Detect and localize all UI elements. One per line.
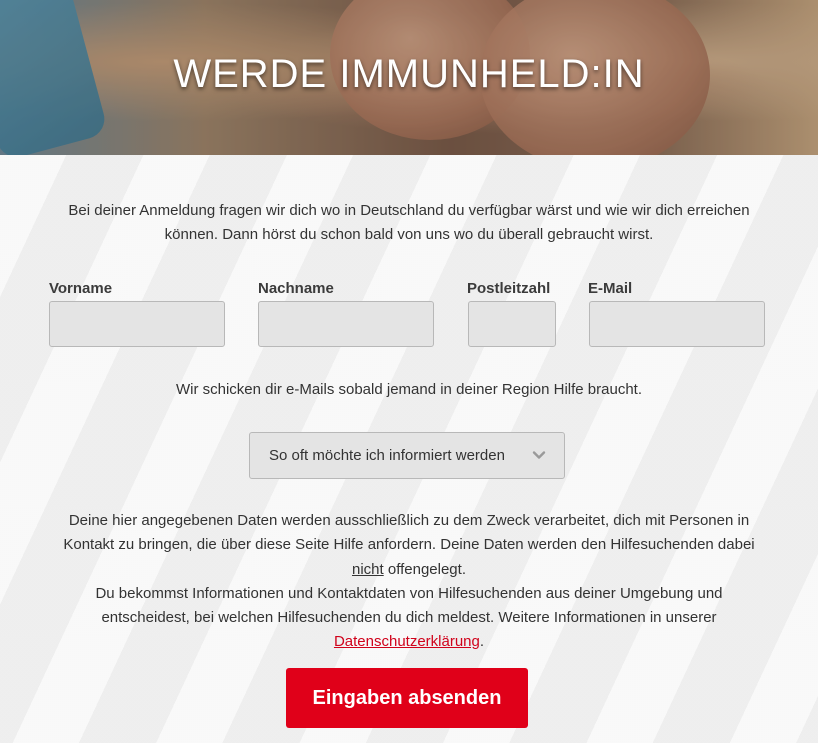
hero-banner: WERDE IMMUNHELD:IN [0, 0, 818, 155]
frequency-select[interactable]: So oft möchte ich informiert werden [249, 432, 565, 479]
postal-code-label: Postleitzahl [467, 280, 551, 297]
page-title: WERDE IMMUNHELD:IN [173, 52, 645, 96]
privacy-text: Deine hier angegebenen Daten werden auss… [60, 509, 758, 655]
last-name-input[interactable] [258, 301, 434, 347]
privacy-line2: Du bekommst Informationen und Kontaktdat… [95, 584, 723, 627]
last-name-label: Nachname [258, 280, 334, 297]
frequency-select-value: So oft möchte ich informiert werden [269, 447, 505, 464]
signup-section: Bei deiner Anmeldung fragen wir dich wo … [0, 155, 818, 743]
postal-code-input[interactable] [468, 301, 556, 347]
email-label: E-Mail [588, 280, 633, 297]
submit-button[interactable]: Eingaben absenden [286, 668, 528, 728]
first-name-input[interactable] [49, 301, 225, 347]
email-input[interactable] [589, 301, 765, 347]
privacy-line1: Deine hier angegebenen Daten werden auss… [63, 512, 755, 554]
privacy-line1-end: offengelegt. [383, 560, 466, 578]
privacy-emphasis: nicht [352, 560, 384, 578]
chevron-down-icon [532, 451, 546, 459]
first-name-label: Vorname [49, 280, 113, 297]
email-notice: Wir schicken dir e-Mails sobald jemand i… [175, 381, 643, 398]
privacy-policy-link[interactable]: Datenschutzerklärung [334, 633, 480, 650]
intro-text: Bei deiner Anmeldung fragen wir dich wo … [68, 202, 750, 243]
privacy-line2-end: . [479, 633, 485, 651]
